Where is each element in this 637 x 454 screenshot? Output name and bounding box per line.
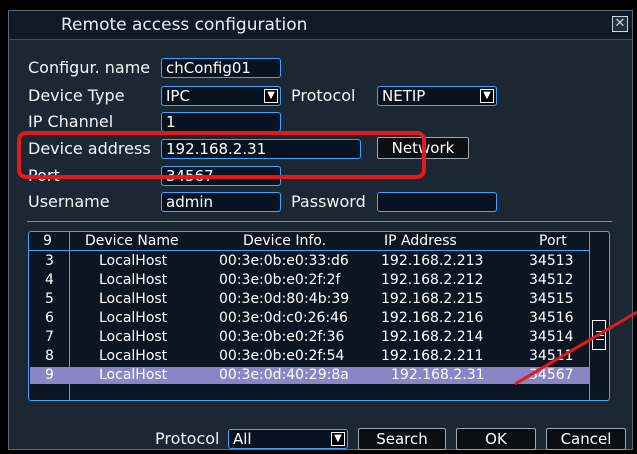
row-index: 6 (45, 310, 54, 326)
row-device-name: LocalHost (99, 291, 168, 307)
row-index: 3 (45, 253, 54, 269)
device-type-value: IPC (166, 87, 190, 105)
close-icon[interactable]: ✕ (612, 16, 628, 32)
password-field[interactable] (377, 192, 497, 212)
header-device-name[interactable]: Device Name (85, 233, 179, 249)
username-label: Username (28, 192, 110, 211)
row-device-info: 00:3e:0b:e0:2f:2f (219, 272, 341, 288)
chevron-down-icon[interactable]: ▼ (480, 89, 494, 103)
dialog-title: Remote access configuration (61, 15, 308, 35)
row-port: 34512 (529, 272, 574, 288)
row-ip-address: 192.168.2.31 (391, 367, 485, 383)
row-ip-address: 192.168.2.215 (381, 291, 484, 307)
config-name-label: Configur. name (28, 58, 151, 77)
table-header: 9 Device Name Device Info. IP Address Po… (29, 233, 589, 251)
protocol-label: Protocol (291, 86, 356, 105)
row-device-info: 00:3e:0b:e0:2f:36 (219, 329, 345, 345)
table-row[interactable]: 5 LocalHost 00:3e:0d:80:4b:39 192.168.2.… (29, 291, 589, 308)
row-device-name: LocalHost (99, 310, 168, 326)
row-index: 9 (45, 367, 54, 383)
protocol-value: NETIP (382, 87, 426, 105)
row-index: 4 (45, 272, 54, 288)
chevron-down-icon[interactable]: ▼ (331, 432, 345, 446)
ip-channel-label: IP Channel (28, 112, 114, 131)
table-row[interactable]: 4 LocalHost 00:3e:0b:e0:2f:2f 192.168.2.… (29, 272, 589, 289)
row-device-info: 00:3e:0b:e0:33:d6 (219, 253, 349, 269)
ok-button[interactable]: OK (456, 428, 536, 450)
title-bar: Remote access configuration ✕ (9, 11, 632, 40)
row-device-name: LocalHost (99, 348, 168, 364)
username-field[interactable]: admin (161, 192, 281, 212)
header-count: 9 (43, 233, 52, 249)
device-type-label: Device Type (28, 86, 125, 105)
footer-protocol-select[interactable]: All ▼ (228, 429, 348, 449)
row-device-name: LocalHost (99, 367, 168, 383)
divider (27, 221, 612, 222)
red-annotation-line (514, 310, 637, 386)
row-device-info: 00:3e:0d:80:4b:39 (219, 291, 350, 307)
row-port: 34513 (529, 253, 574, 269)
row-device-info: 00:3e:0b:e0:2f:54 (219, 348, 345, 364)
header-ip-address[interactable]: IP Address (384, 233, 457, 249)
row-device-info: 00:3e:0d:40:29:8a (219, 367, 349, 383)
row-index: 7 (45, 329, 54, 345)
footer-protocol-label: Protocol (155, 429, 220, 448)
header-port[interactable]: Port (539, 233, 567, 249)
row-index: 8 (45, 348, 54, 364)
row-ip-address: 192.168.2.212 (381, 272, 484, 288)
search-button[interactable]: Search (358, 428, 446, 450)
table-row[interactable]: 3 LocalHost 00:3e:0b:e0:33:d6 192.168.2.… (29, 253, 589, 270)
row-index: 5 (45, 291, 54, 307)
chevron-down-icon[interactable]: ▼ (264, 89, 278, 103)
screen-frame: Remote access configuration ✕ Configur. … (0, 0, 637, 454)
row-ip-address: 192.168.2.213 (381, 253, 484, 269)
row-device-name: LocalHost (99, 272, 168, 288)
cancel-button[interactable]: Cancel (546, 428, 626, 450)
row-device-name: LocalHost (99, 329, 168, 345)
config-name-field[interactable]: chConfig01 (161, 58, 281, 78)
footer-protocol-value: All (233, 430, 252, 448)
row-device-name: LocalHost (99, 253, 168, 269)
ip-channel-field[interactable]: 1 (161, 112, 281, 132)
device-type-select[interactable]: IPC ▼ (161, 86, 281, 106)
row-ip-address: 192.168.2.216 (381, 310, 484, 326)
password-label: Password (291, 192, 366, 211)
red-highlight-box (17, 131, 426, 179)
row-ip-address: 192.168.2.211 (381, 348, 484, 364)
header-device-info[interactable]: Device Info. (243, 233, 326, 249)
row-device-info: 00:3e:0d:c0:26:46 (219, 310, 348, 326)
row-port: 34515 (529, 291, 574, 307)
protocol-select[interactable]: NETIP ▼ (377, 86, 497, 106)
row-ip-address: 192.168.2.214 (381, 329, 484, 345)
